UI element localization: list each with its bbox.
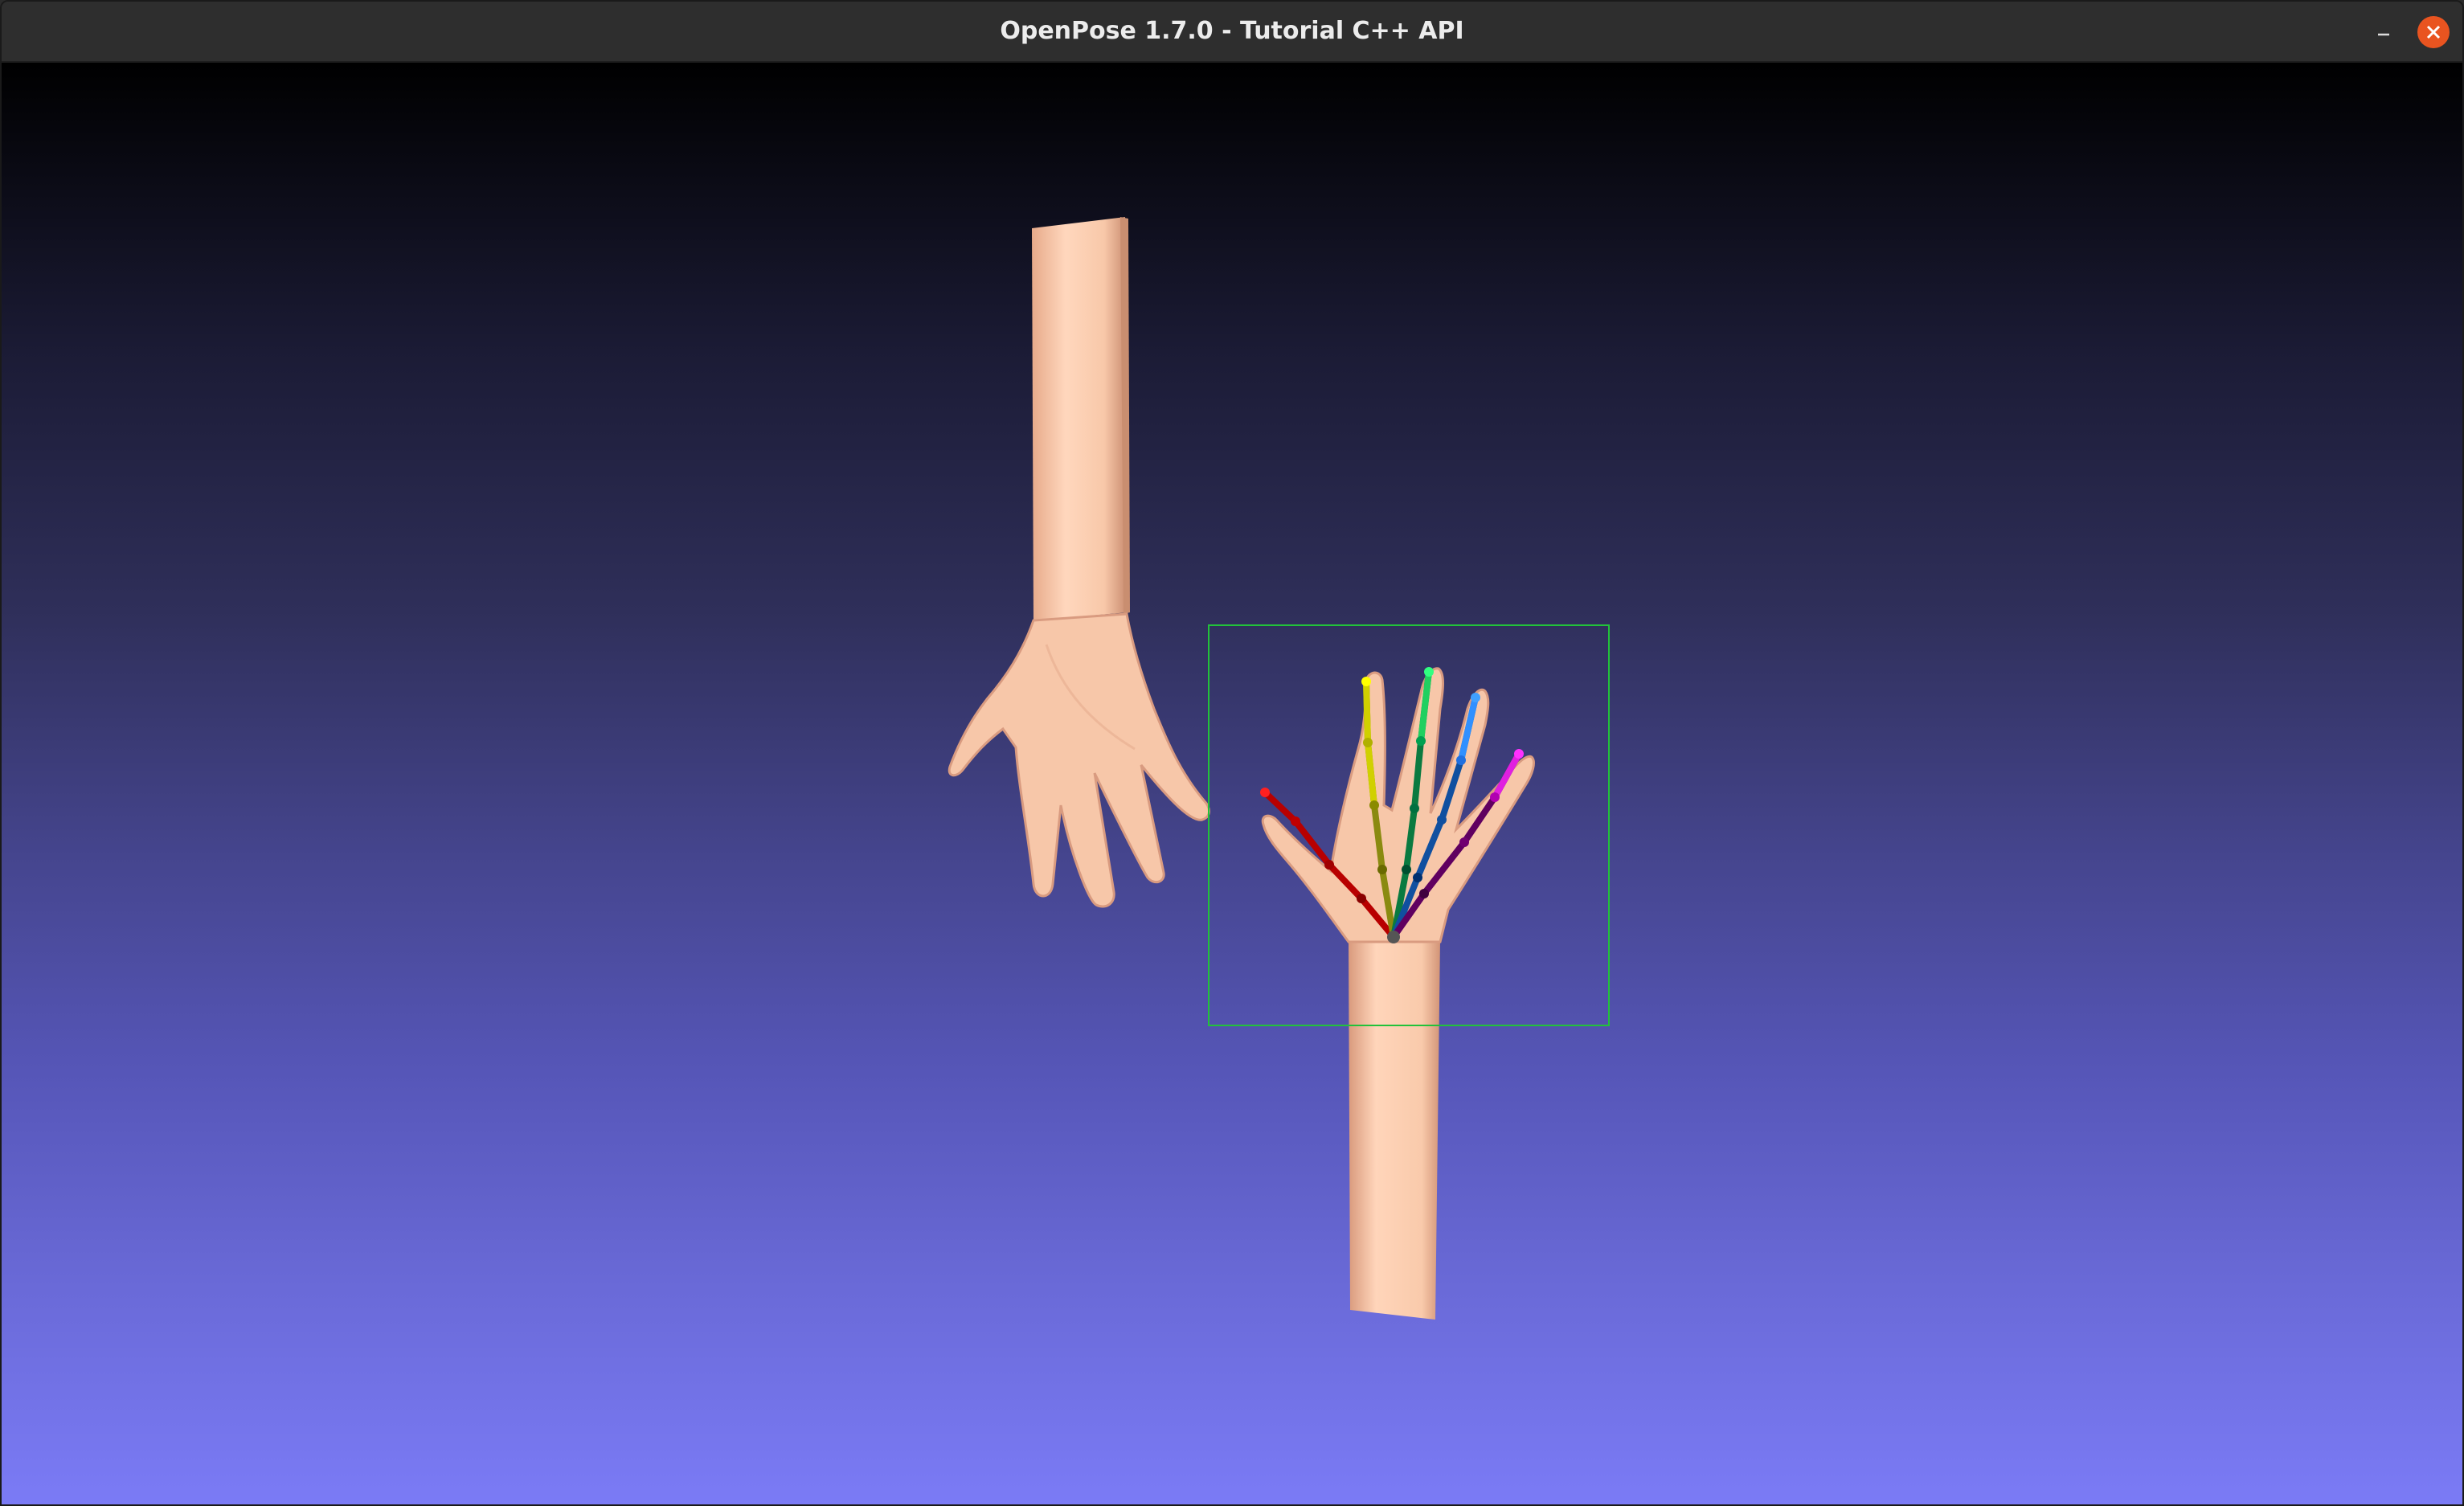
close-icon (2426, 25, 2441, 39)
window-title: OpenPose 1.7.0 - Tutorial C++ API (1000, 17, 1464, 45)
left-hand-model (948, 217, 1210, 908)
minimize-button[interactable] (2368, 16, 2400, 48)
title-bar[interactable]: OpenPose 1.7.0 - Tutorial C++ API (2, 2, 2462, 63)
close-button[interactable] (2417, 16, 2450, 48)
right-hand-model (1261, 667, 1535, 1320)
render-viewport[interactable] (2, 63, 2462, 1504)
minimize-icon (2378, 33, 2389, 36)
hand-scene (948, 217, 1610, 1320)
app-window: OpenPose 1.7.0 - Tutorial C++ API (0, 0, 2464, 1506)
